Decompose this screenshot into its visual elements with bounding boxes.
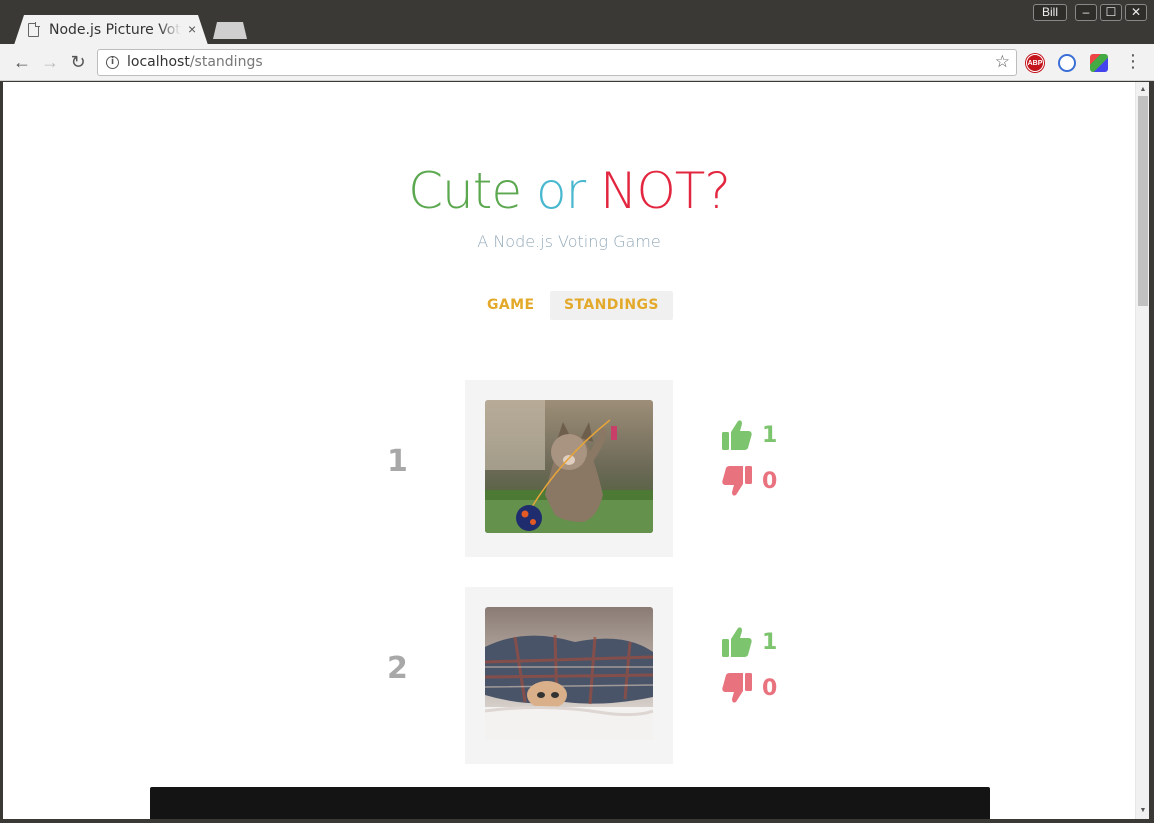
sync-icon[interactable] — [1058, 54, 1076, 72]
nav-game-link[interactable]: GAME — [473, 291, 548, 320]
thumbs-up-count: 1 — [762, 630, 778, 655]
reload-icon[interactable]: ↻ — [67, 51, 89, 73]
window-frame-bottom — [0, 819, 1154, 823]
new-tab-button[interactable] — [213, 22, 247, 39]
info-icon[interactable]: i — [106, 56, 119, 69]
address-bar[interactable]: i localhost/standings ☆ — [97, 49, 1017, 76]
nav-standings-link[interactable]: STANDINGS — [550, 291, 673, 320]
page-scrollbar[interactable]: ▲ ▼ — [1135, 82, 1149, 819]
browser-tab[interactable]: Node.js Picture Voting Game × — [14, 15, 208, 45]
back-arrow-icon[interactable]: ← — [11, 51, 33, 73]
thumbs-down-vote: 0 — [721, 464, 801, 500]
browser-toolbar: ← → ↻ i localhost/standings ☆ ABP ⋮ — [0, 44, 1154, 81]
bottom-dark-panel — [150, 787, 990, 819]
forward-arrow-icon[interactable]: → — [39, 51, 61, 73]
url-text[interactable]: localhost/standings — [127, 54, 263, 70]
thumbs-down-count: 0 — [762, 469, 778, 494]
thumbs-down-count: 0 — [762, 676, 778, 701]
kebab-menu-icon[interactable]: ⋮ — [1124, 51, 1142, 72]
title-or: or — [535, 162, 586, 220]
page-viewport: Cute or NOT? A Node.js Voting Game GAME … — [3, 82, 1135, 819]
scroll-down-arrow-icon[interactable]: ▼ — [1136, 805, 1150, 817]
extension-icon[interactable] — [1090, 54, 1108, 72]
page-subtitle: A Node.js Voting Game — [477, 232, 661, 251]
title-cute: Cute — [408, 162, 522, 220]
document-icon — [28, 22, 40, 37]
title-not: NOT? — [600, 162, 731, 220]
kitten-photo — [485, 400, 653, 533]
window-frame-left — [0, 82, 3, 823]
browser-titlebar: Node.js Picture Voting Game × Bill – ☐ ✕ — [0, 0, 1154, 45]
page-title: Cute or NOT? — [3, 162, 1135, 220]
thumbs-down-icon — [722, 466, 752, 496]
thumbs-down-vote: 0 — [721, 671, 801, 707]
tab-title: Node.js Picture Voting Game — [49, 22, 181, 38]
thumbs-up-icon — [722, 627, 752, 657]
rank-number: 2 — [387, 651, 408, 686]
thumbs-down-icon — [722, 673, 752, 703]
picture-card — [465, 380, 673, 557]
standing-row: 2 1 0 — [3, 587, 1135, 764]
thumbs-up-count: 1 — [762, 423, 778, 448]
kitten-photo — [485, 607, 653, 740]
close-window-button[interactable]: ✕ — [1125, 4, 1147, 21]
rank-number: 1 — [387, 444, 408, 479]
thumbs-up-icon — [722, 420, 752, 450]
thumbs-up-vote: 1 — [721, 625, 801, 661]
minimize-button[interactable]: – — [1075, 4, 1097, 21]
thumbs-up-vote: 1 — [721, 418, 801, 454]
maximize-button[interactable]: ☐ — [1100, 4, 1122, 21]
standing-row: 1 1 0 — [3, 380, 1135, 557]
picture-card — [465, 587, 673, 764]
adblock-plus-icon[interactable]: ABP — [1026, 54, 1044, 72]
tab-close-icon[interactable]: × — [188, 21, 196, 37]
scroll-up-arrow-icon[interactable]: ▲ — [1136, 84, 1150, 96]
profile-button[interactable]: Bill — [1033, 4, 1068, 21]
bookmark-star-icon[interactable]: ☆ — [995, 52, 1010, 72]
scroll-thumb[interactable] — [1138, 96, 1148, 306]
window-frame-right — [1149, 82, 1154, 823]
